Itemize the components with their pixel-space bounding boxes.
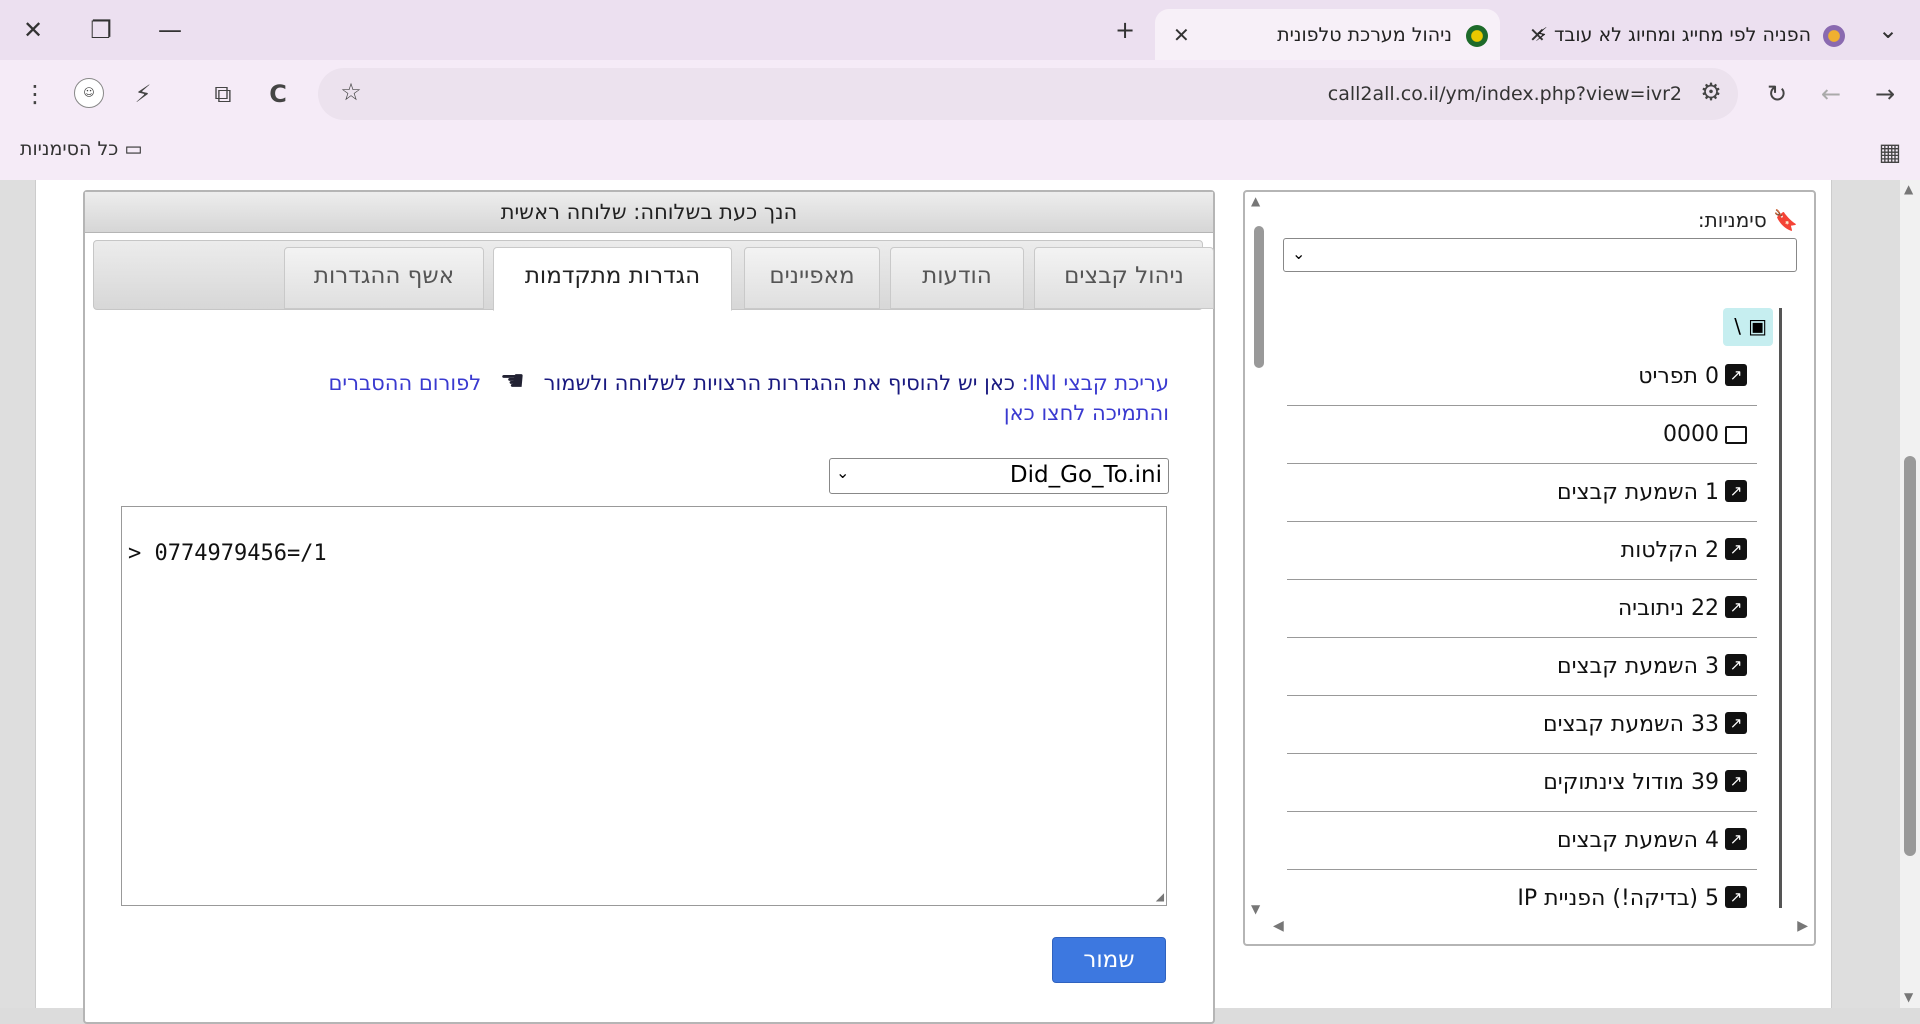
browser-tab-active[interactable]: ✕ ניהול מערכת טלפונית [1155, 9, 1500, 60]
tree-item[interactable]: ↗ 33 השמעת קבצים [1287, 696, 1757, 754]
forward-icon[interactable]: → [1870, 80, 1900, 108]
scroll-up-icon[interactable]: ▲ [1251, 194, 1260, 208]
sidebar-panel: 🔖 סימניות: ⌄ ▲ ▼ ▣ \ ↗ 0 תפריט 0000 ↗ 1 השמע… [1243, 190, 1816, 946]
performance-icon[interactable]: ⚡ [128, 80, 158, 108]
scroll-right-icon[interactable]: ▶ [1797, 918, 1808, 934]
tree-item-label: 39 מודול צינתוקים [1543, 770, 1719, 795]
tab-search-chevron-icon[interactable]: ⌄ [1873, 16, 1903, 44]
tree-item[interactable]: ↗ 2 הקלטות [1287, 522, 1757, 580]
bookmark-icon: 🔖 [1773, 208, 1798, 232]
tree-item[interactable]: ↗ 3 השמעת קבצים [1287, 638, 1757, 696]
tree-item[interactable]: 0000 [1287, 406, 1757, 464]
tab-file-management[interactable]: ניהול קבצים [1034, 247, 1214, 309]
tree-item-label: 2 הקלטות [1620, 538, 1719, 563]
tree-item[interactable]: ↗ 1 השמעת קבצים [1287, 464, 1757, 522]
tree-item-label: 33 השמעת קבצים [1542, 712, 1719, 737]
archive-icon: ▣ [1748, 314, 1767, 338]
scroll-down-icon[interactable]: ▼ [1251, 902, 1260, 916]
address-bar[interactable]: ☆ call2all.co.il/ym/index.php?view=ivr2 … [318, 68, 1738, 120]
tab-title: הפניה לפי מחייג ומחיוג לא עובד ⚡ [1534, 24, 1811, 46]
shortcut-icon: ↗ [1725, 886, 1747, 908]
tree-item[interactable]: ↗ 22 ניתוביה [1287, 580, 1757, 638]
extensions-icon[interactable]: ⧉ [208, 80, 238, 108]
bookmarks-select[interactable]: ⌄ [1283, 238, 1797, 272]
browser-toolbar: ⋮ ☺ ⚡ ⧉ C ☆ call2all.co.il/ym/index.php?… [0, 60, 1920, 126]
resize-handle-icon[interactable]: ◢ [1156, 889, 1164, 905]
site-favicon-icon [1466, 25, 1488, 47]
bookmark-star-icon[interactable]: ☆ [336, 78, 366, 106]
scroll-up-icon[interactable]: ▲ [1904, 182, 1913, 196]
tree-item-label: 3 השמעת קבצים [1556, 654, 1719, 679]
tree-item[interactable]: ↗ 5 (בדיקה!) הפניית IP [1287, 870, 1757, 908]
tab-messages[interactable]: הודעות [890, 247, 1024, 309]
shortcut-icon: ↗ [1725, 654, 1747, 676]
site-favicon-icon [1823, 25, 1845, 47]
profile-avatar[interactable]: ☺ [74, 78, 104, 108]
tab-strip: ✕ ❐ — + ✕ ניהול מערכת טלפונית ✕ הפניה לפ… [0, 0, 1920, 60]
scroll-down-icon[interactable]: ▼ [1904, 990, 1913, 1004]
forum-link[interactable]: לפורום ההסברים [328, 371, 481, 395]
shortcut-icon: ↗ [1725, 770, 1747, 792]
page-content: הנך כעת בשלוחה: שלוחה ראשית ניהול קבצים … [0, 180, 1920, 1024]
tree-item-label: 4 השמעת קבצים [1556, 828, 1719, 853]
extension-panel: הנך כעת בשלוחה: שלוחה ראשית ניהול קבצים … [83, 190, 1215, 1024]
folder-icon [1725, 426, 1747, 444]
reload-icon[interactable]: ↻ [1762, 80, 1792, 108]
menu-kebab-icon[interactable]: ⋮ [20, 80, 50, 108]
shortcut-icon: ↗ [1725, 596, 1747, 618]
bookmarks-bar: כל הסימניות ▭ ▦ [0, 126, 1920, 181]
tree-item-label: 22 ניתוביה [1617, 596, 1719, 621]
settings-tabbar: ניהול קבצים הודעות מאפיינים הגדרות מתקדמ… [93, 240, 1214, 311]
tab-properties[interactable]: מאפיינים [744, 247, 880, 309]
tree-item-label: 0 תפריט [1638, 364, 1719, 389]
bookmarks-label: 🔖 סימניות: [1697, 208, 1798, 232]
tab-settings-wizard[interactable]: אשף ההגדרות [284, 247, 484, 309]
tree-root[interactable]: ▣ \ [1723, 308, 1773, 346]
help-text: עריכת קבצי INI: כאן יש להוסיף את ההגדרות… [328, 364, 1169, 426]
tab-advanced-settings[interactable]: הגדרות מתקדמות [493, 247, 732, 311]
tree-item-label: 1 השמעת קבצים [1556, 480, 1719, 505]
ini-file-select[interactable]: Did_Go_To.ini ⌄ [829, 458, 1169, 494]
chevron-down-icon: ⌄ [1292, 244, 1306, 263]
support-link[interactable]: והתמיכה לחצו כאן [1004, 401, 1169, 425]
chevron-down-icon: ⌄ [836, 463, 850, 482]
tree-item-label: 0000 [1663, 422, 1719, 447]
new-tab-icon[interactable]: + [1110, 16, 1140, 44]
panel-header: הנך כעת בשלוחה: שלוחה ראשית [85, 192, 1213, 233]
extension-tree: ▣ \ ↗ 0 תפריט 0000 ↗ 1 השמעת קבצים ↗ 2 הקלטות ↗… [1287, 308, 1782, 908]
sidebar-scrollbar[interactable]: ▲ ▼ [1251, 194, 1265, 916]
extension-c-icon[interactable]: C [263, 80, 293, 108]
browser-chrome: ✕ ❐ — + ✕ ניהול מערכת טלפונית ✕ הפניה לפ… [0, 0, 1920, 181]
page-scroll-thumb[interactable] [1904, 456, 1916, 856]
ini-editor-textarea[interactable]: > 0774979456=/1 ◢ [121, 506, 1167, 906]
site-settings-icon[interactable]: ⚙ [1696, 78, 1726, 106]
shortcut-icon: ↗ [1725, 828, 1747, 850]
tree-item[interactable]: ↗ 0 תפריט [1287, 348, 1757, 406]
tab-title: ניהול מערכת טלפונית [1277, 24, 1452, 46]
close-tab-icon[interactable]: ✕ [1173, 23, 1190, 47]
scroll-left-icon[interactable]: ◀ [1273, 918, 1284, 934]
scroll-thumb[interactable] [1254, 226, 1264, 368]
shortcut-icon: ↗ [1725, 712, 1747, 734]
url-text: call2all.co.il/ym/index.php?view=ivr2 [1327, 83, 1682, 105]
save-button[interactable]: שמור [1052, 937, 1166, 983]
tree-item-label: 5 (בדיקה!) הפניית IP [1517, 886, 1719, 908]
tree-item[interactable]: ↗ 4 השמעת קבצים [1287, 812, 1757, 870]
all-bookmarks-button[interactable]: כל הסימניות ▭ [20, 138, 142, 160]
restore-window-icon[interactable]: ❐ [86, 16, 116, 44]
tree-item[interactable]: ↗ 39 מודול צינתוקים [1287, 754, 1757, 812]
pointing-hand-icon: ☚ [499, 364, 525, 397]
apps-grid-icon[interactable]: ▦ [1875, 138, 1905, 166]
back-icon[interactable]: ← [1816, 80, 1846, 108]
browser-tab[interactable]: ✕ הפניה לפי מחייג ומחיוג לא עובד ⚡ [1515, 9, 1855, 60]
page-scrollbar[interactable]: ▲ ▼ [1900, 180, 1920, 1008]
shortcut-icon: ↗ [1725, 364, 1747, 386]
close-window-icon[interactable]: ✕ [18, 16, 48, 44]
folder-icon: ▭ [124, 138, 143, 160]
minimize-window-icon[interactable]: — [155, 16, 185, 44]
shortcut-icon: ↗ [1725, 480, 1747, 502]
shortcut-icon: ↗ [1725, 538, 1747, 560]
